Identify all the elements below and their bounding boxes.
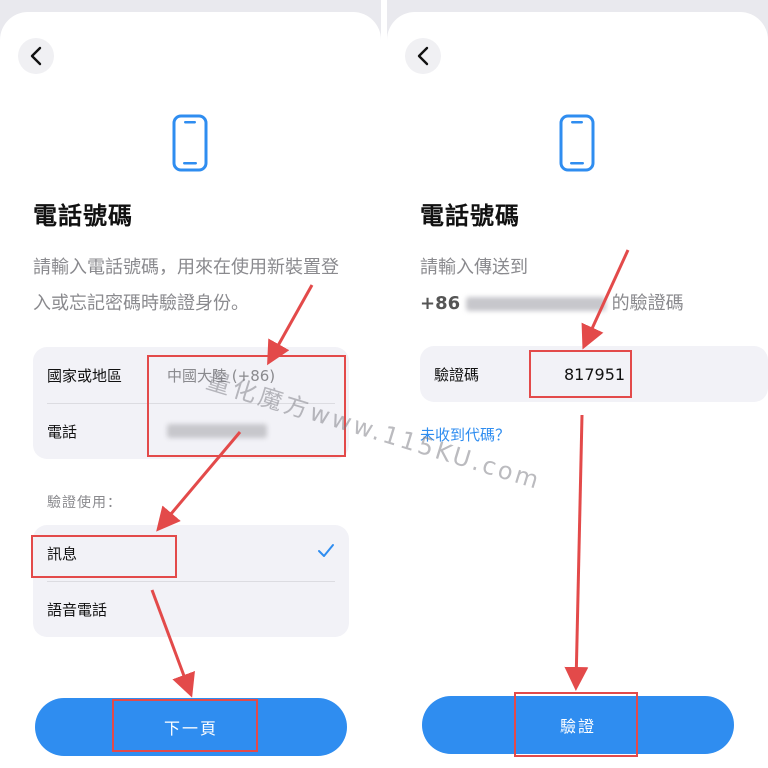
verification-code-screen: 電話號碼 請輸入傳送到 +86 的驗證碼 驗證碼 817951 驗證 xyxy=(387,0,768,768)
option-voice[interactable]: 語音電話 xyxy=(33,581,349,637)
description-line1: 請輸入傳送到 xyxy=(420,257,528,278)
verify-method-card: 訊息 語音電話 xyxy=(33,525,349,637)
next-button[interactable]: 下一頁 xyxy=(35,698,347,756)
country-label: 國家或地區 xyxy=(47,366,123,385)
phone-number-screen: 電話號碼 請輸入電話號碼，用來在使用新裝置登入或忘記密碼時驗證身份。 國家或地區… xyxy=(0,0,381,768)
phone-number-redacted xyxy=(465,297,606,311)
smartphone-icon xyxy=(172,114,208,172)
page-title: 電話號碼 xyxy=(33,202,133,230)
option-voice-label: 語音電話 xyxy=(47,600,108,619)
back-button[interactable] xyxy=(405,38,441,74)
code-input-card: 驗證碼 817951 xyxy=(420,346,768,402)
code-label: 驗證碼 xyxy=(434,365,480,384)
verify-button[interactable]: 驗證 xyxy=(422,696,734,754)
description-suffix: 的驗證碼 xyxy=(611,293,684,314)
page-title: 電話號碼 xyxy=(420,202,520,230)
code-input[interactable]: 817951 xyxy=(564,365,625,384)
description-line2: +86 的驗證碼 xyxy=(420,286,740,322)
verify-method-label: 驗證使用： xyxy=(47,495,122,511)
code-row[interactable]: 驗證碼 817951 xyxy=(420,346,768,402)
country-code: +86 xyxy=(420,293,461,314)
option-sms-label: 訊息 xyxy=(47,544,78,563)
option-sms[interactable]: 訊息 xyxy=(33,525,349,581)
checkmark-icon xyxy=(318,544,334,557)
phone-label: 電話 xyxy=(47,422,78,441)
phone-input-redacted[interactable] xyxy=(167,424,267,438)
back-button[interactable] xyxy=(18,38,54,74)
page-description: 請輸入傳送到 +86 的驗證碼 xyxy=(420,250,740,322)
smartphone-icon xyxy=(559,114,595,172)
back-chevron-icon xyxy=(417,46,429,66)
page-description: 請輸入電話號碼，用來在使用新裝置登入或忘記密碼時驗證身份。 xyxy=(33,257,339,314)
back-chevron-icon xyxy=(30,46,42,66)
